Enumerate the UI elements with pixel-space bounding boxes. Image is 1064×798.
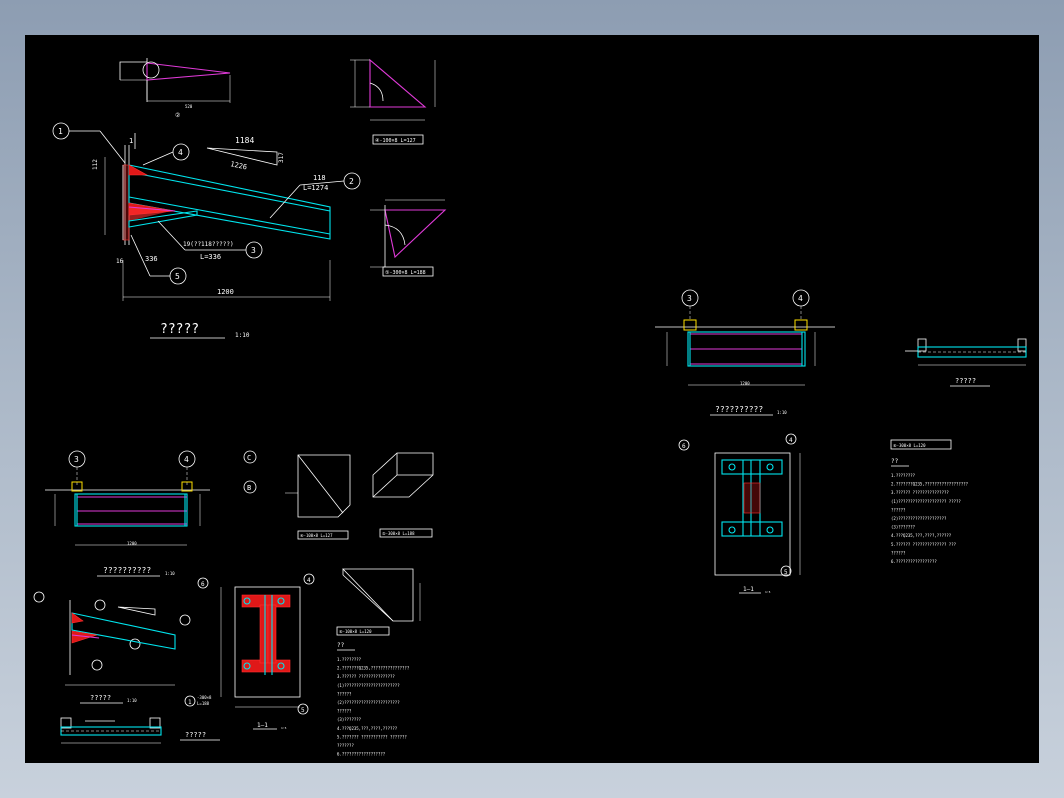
note-line: 6.?????????????????? bbox=[337, 752, 386, 757]
svg-text:5: 5 bbox=[175, 272, 180, 281]
svg-text:1200: 1200 bbox=[127, 541, 137, 546]
svg-text:L=336: L=336 bbox=[200, 253, 221, 261]
note-line: 4.???Q235,???,????,?????? bbox=[337, 726, 398, 731]
right-notes-lines: 1.???????? 2.???????Q235,????????????????… bbox=[891, 473, 969, 564]
svg-text:⑤-300×8 L=188: ⑤-300×8 L=188 bbox=[382, 531, 415, 536]
svg-text:336: 336 bbox=[145, 255, 158, 263]
svg-text:1200: 1200 bbox=[740, 381, 750, 386]
svg-text:1: 1 bbox=[188, 699, 192, 706]
left-elevation: 3 4 1200 ?????????? 1:10 bbox=[45, 450, 210, 577]
svg-text:118: 118 bbox=[313, 174, 326, 182]
cad-drawing: 520 ② ④-100×8 L=127 ⑤-300×8 L=188 1 4 11… bbox=[33, 58, 1027, 757]
iso-bracket: ????? 1:10 bbox=[33, 591, 191, 704]
svg-text:5: 5 bbox=[301, 707, 305, 714]
svg-text:?????: ????? bbox=[90, 694, 111, 702]
left-section: 6 4 1 -300×8 L=188 5 1—1 1:5 bbox=[184, 573, 315, 730]
svg-text:④-100×8 L=127: ④-100×8 L=127 bbox=[300, 533, 333, 538]
svg-text:4: 4 bbox=[789, 437, 793, 444]
svg-text:-300×8: -300×8 bbox=[197, 695, 212, 700]
svg-text:??????????: ?????????? bbox=[715, 405, 763, 414]
svg-text:1—1: 1—1 bbox=[257, 722, 268, 729]
detail-5-label: ⑤-300×8 L=188 bbox=[385, 270, 426, 276]
svg-text:3: 3 bbox=[74, 455, 79, 464]
detail-4-top: ④-100×8 L=127 bbox=[350, 58, 436, 145]
note-line: 2.???????Q235,?????????????????? bbox=[891, 482, 969, 487]
note-line: (3)??????? bbox=[337, 717, 362, 722]
note-line: 5.??????? ??????????? ??????? bbox=[337, 734, 407, 739]
svg-text:1226: 1226 bbox=[230, 160, 248, 171]
note-line: 6.????????????????? bbox=[891, 559, 937, 564]
note-line: 1.???????? bbox=[337, 657, 362, 662]
detail-2-label: ② bbox=[175, 112, 180, 119]
svg-text:1: 1 bbox=[129, 137, 133, 145]
svg-text:19(??118?????): 19(??118?????) bbox=[183, 241, 234, 248]
svg-text:1200: 1200 bbox=[217, 288, 234, 296]
svg-text:520: 520 bbox=[185, 104, 193, 109]
detail-5-top: ⑤-300×8 L=188 bbox=[370, 199, 447, 277]
svg-text:4: 4 bbox=[178, 148, 183, 157]
svg-text:1:5: 1:5 bbox=[765, 590, 771, 594]
svg-text:317: 317 bbox=[278, 152, 285, 163]
detail-2: 520 ② bbox=[119, 58, 231, 119]
note-line: (3)??????? bbox=[891, 525, 916, 530]
svg-text:1184: 1184 bbox=[235, 136, 254, 145]
svg-text:⑥-100×8 L=120: ⑥-100×8 L=120 bbox=[339, 629, 372, 634]
svg-text:1:10: 1:10 bbox=[127, 698, 137, 703]
svg-text:3: 3 bbox=[687, 294, 692, 303]
svg-text:1:5: 1:5 bbox=[281, 726, 287, 730]
svg-text:L=1274: L=1274 bbox=[303, 184, 328, 192]
right-elevation: 3 4 1200 ?????????? 1:10 bbox=[655, 289, 835, 416]
svg-text:??: ?? bbox=[891, 458, 899, 465]
svg-text:5: 5 bbox=[784, 569, 788, 576]
svg-text:B: B bbox=[247, 484, 251, 492]
svg-text:4: 4 bbox=[798, 294, 803, 303]
note-line: ?????? bbox=[337, 709, 352, 714]
svg-text:3: 3 bbox=[251, 246, 256, 255]
main-bracket: 1 4 112 1 1184 1226 317 2 118 L=1274 3 1… bbox=[52, 122, 361, 339]
note-line: ?????? bbox=[891, 550, 906, 555]
svg-text:1:10: 1:10 bbox=[235, 332, 250, 339]
svg-text:4: 4 bbox=[307, 577, 311, 584]
note-line: (1)??????????????????????? bbox=[337, 683, 400, 688]
main-title: ????? bbox=[160, 322, 199, 337]
note-line: (2)??????????????????????? bbox=[337, 700, 400, 705]
note-line: 5.?????? ?????????????? ??? bbox=[891, 542, 957, 547]
right-section: 6 4 5 1—1 1:5 bbox=[678, 433, 801, 594]
note-line: ??????? bbox=[337, 743, 354, 748]
left-notes-lines: 1.???????? 2.???????Q235,????????????????… bbox=[337, 657, 410, 757]
note-line: 2.???????Q235,???????????????? bbox=[337, 666, 410, 671]
svg-text:1:10: 1:10 bbox=[165, 571, 175, 576]
note-line: (2)???????????????????? bbox=[891, 516, 947, 521]
svg-text:C: C bbox=[247, 454, 251, 462]
note-line: 1.???????? bbox=[891, 473, 916, 478]
svg-text:2: 2 bbox=[349, 177, 354, 186]
right-notes: ⑥-300×8 L=120 ?? 1.???????? 2.???????Q235… bbox=[890, 439, 969, 564]
svg-text:⑥-300×8 L=120: ⑥-300×8 L=120 bbox=[893, 443, 926, 448]
svg-text:1:10: 1:10 bbox=[777, 410, 787, 415]
left-plan: ????? bbox=[60, 717, 220, 744]
svg-text:1—1: 1—1 bbox=[743, 586, 754, 593]
note-line: 3.?????? ??????????????? bbox=[891, 490, 949, 495]
svg-text:?????: ????? bbox=[185, 731, 206, 739]
detail-4-label: ④-100×8 L=127 bbox=[375, 138, 416, 144]
svg-text:6: 6 bbox=[201, 581, 205, 588]
note-line: ?????? bbox=[891, 507, 906, 512]
note-line: 4.???Q235,???,????,?????? bbox=[891, 533, 952, 538]
svg-text:4: 4 bbox=[184, 455, 189, 464]
svg-text:??????????: ?????????? bbox=[103, 566, 151, 575]
note-line: (1)???????????????????? ????? bbox=[891, 499, 961, 504]
svg-text:1: 1 bbox=[58, 127, 63, 136]
cad-drawing-canvas[interactable]: 520 ② ④-100×8 L=127 ⑤-300×8 L=188 1 4 11… bbox=[25, 35, 1039, 763]
right-plan: ????? bbox=[905, 338, 1027, 387]
svg-text:L=188: L=188 bbox=[197, 701, 210, 706]
note-line: ?????? bbox=[337, 691, 352, 696]
note-line: 3.?????? ??????????????? bbox=[337, 674, 395, 679]
svg-text:?????: ????? bbox=[955, 377, 976, 385]
svg-text:112: 112 bbox=[92, 159, 99, 170]
left-notes: ?? 1.???????? 2.???????Q235,?????????????… bbox=[337, 642, 410, 757]
svg-text:??: ?? bbox=[337, 642, 345, 649]
svg-text:16: 16 bbox=[116, 258, 124, 265]
svg-text:6: 6 bbox=[682, 443, 686, 450]
